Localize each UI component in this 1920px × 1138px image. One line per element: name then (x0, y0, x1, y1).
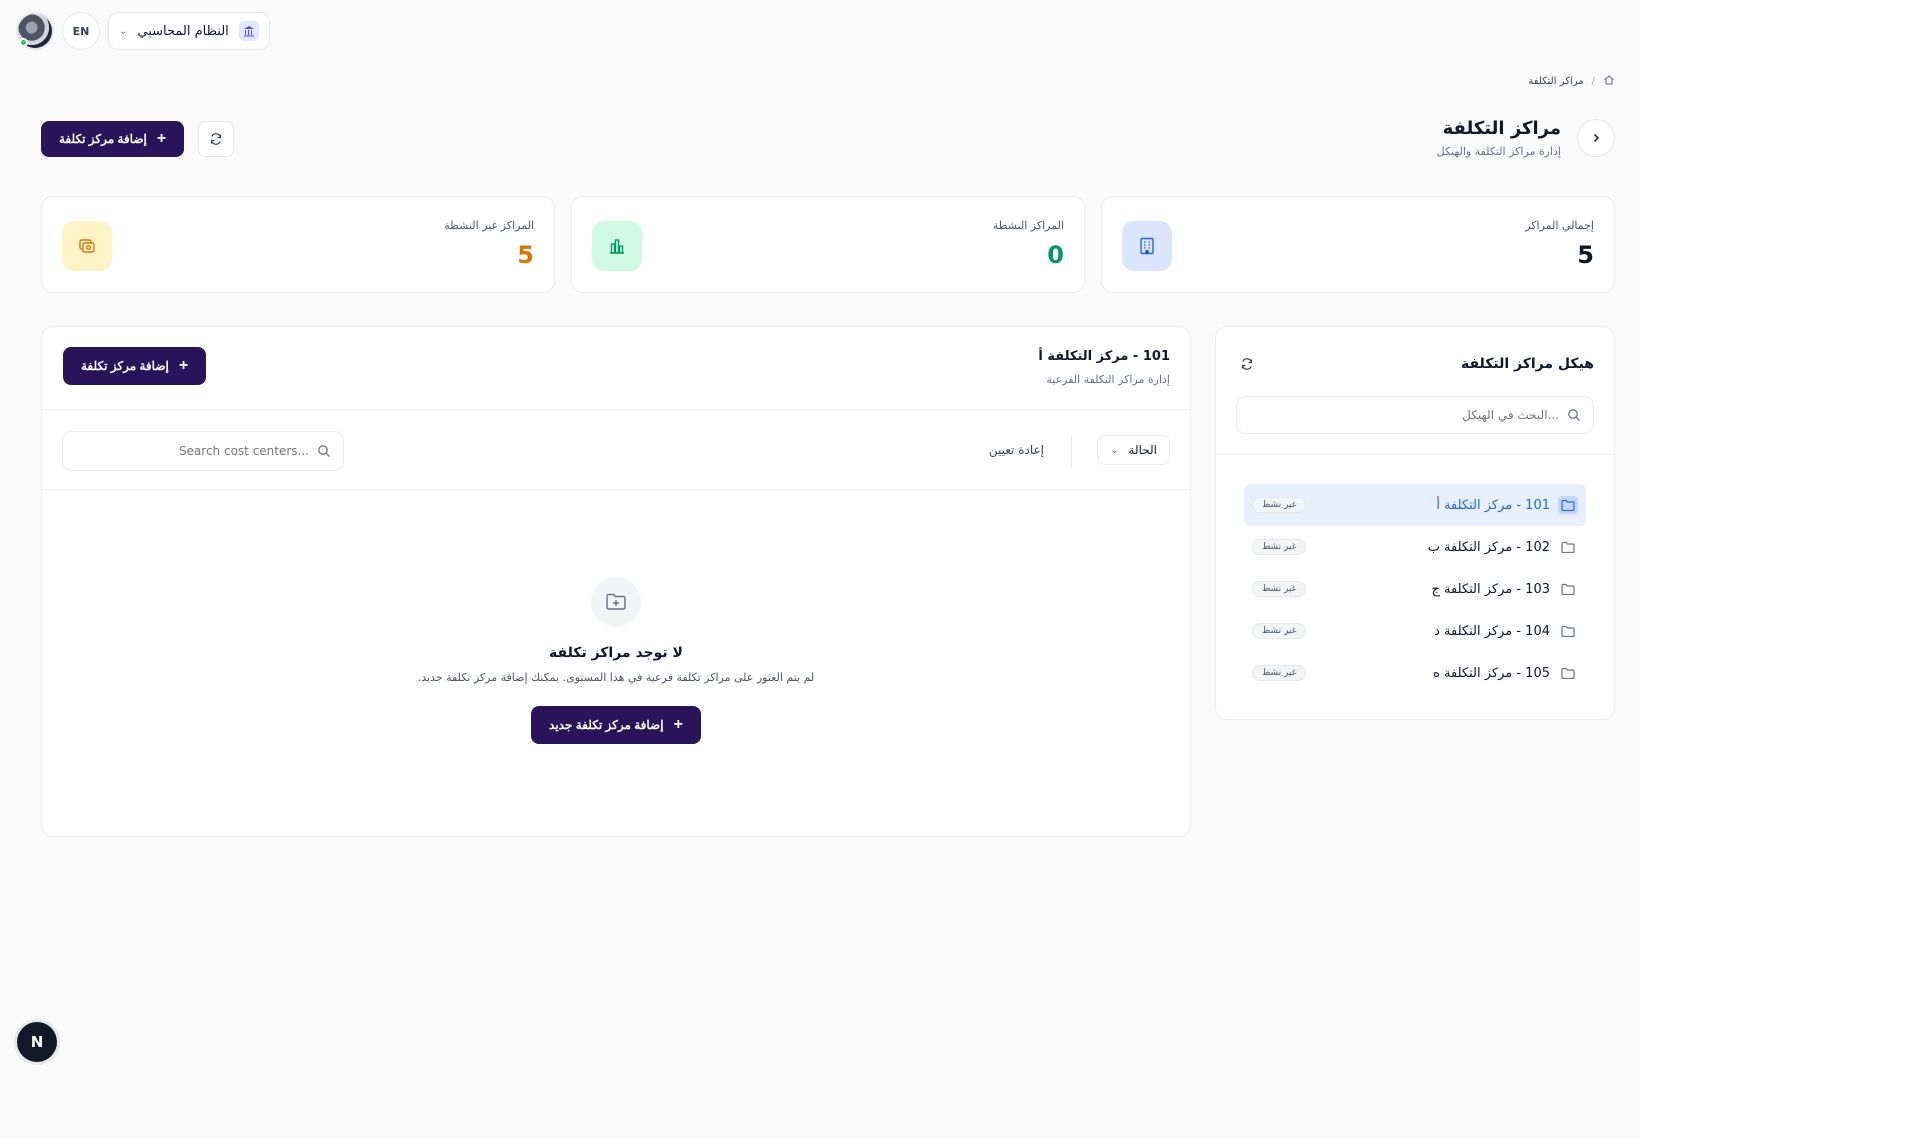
right-strip (1640, 0, 1920, 1138)
tree-item-label: 105 - مركز التكلفة ه (1433, 665, 1550, 681)
stat-label: المراكز النشطة (992, 219, 1064, 232)
plus-icon: + (673, 716, 683, 733)
detail-subtitle: إدارة مراكز التكلفة الفرعية (1046, 373, 1170, 386)
empty-state-description: لم يتم العثور على مراكز تكلفة فرعية في ه… (417, 671, 815, 684)
stat-value: 5 (517, 241, 534, 269)
tree-item-label: 102 - مركز التكلفة ب (1427, 539, 1550, 555)
stat-value: 5 (1577, 241, 1594, 269)
archive-icon (62, 221, 112, 271)
tree-list: غير نشط 101 - مركز التكلفة أ غير نشط 102… (1244, 484, 1586, 694)
floating-n-button[interactable]: N (17, 1022, 57, 1062)
system-selector-label: النظام المحاسبي (137, 23, 229, 39)
tree-item-101[interactable]: غير نشط 101 - مركز التكلفة أ (1244, 484, 1586, 526)
tree-refresh-button[interactable] (1240, 356, 1254, 375)
bar-chart-icon (592, 221, 642, 271)
page-title: مراكز التكلفة (1442, 118, 1561, 139)
avatar[interactable] (16, 12, 54, 50)
cost-center-search-field[interactable] (62, 431, 344, 471)
building-icon (1122, 221, 1172, 271)
stat-label: إجمالي المراكز (1525, 219, 1594, 232)
folder-plus-icon (591, 577, 641, 627)
home-icon[interactable] (1603, 74, 1615, 89)
add-new-cost-center-label: إضافة مركز تكلفة جديد (549, 718, 664, 732)
folder-icon (1558, 664, 1578, 682)
status-badge: غير نشط (1252, 497, 1307, 513)
stat-value: 0 (1047, 241, 1064, 269)
folder-icon (1558, 496, 1578, 514)
search-icon (1568, 409, 1580, 421)
chevron-down-icon: ⌄ (1110, 444, 1119, 456)
status-badge: غير نشط (1252, 665, 1307, 681)
divider (42, 409, 1190, 410)
page-header: مراكز التكلفة إدارة مراكز التكلفة والهيك… (1437, 118, 1615, 158)
tree-item-label: 101 - مركز التكلفة أ (1436, 497, 1550, 513)
page-subtitle: إدارة مراكز التكلفة والهيكل (1436, 145, 1561, 158)
add-new-cost-center-button[interactable]: إضافة مركز تكلفة جديد + (531, 706, 701, 744)
header-actions: إضافة مركز تكلفة + (41, 121, 235, 157)
folder-icon (1558, 538, 1578, 556)
status-badge: غير نشط (1252, 539, 1307, 555)
divider (42, 489, 1190, 490)
plus-icon: + (178, 357, 189, 374)
divider (1071, 435, 1072, 467)
stats-row: إجمالي المراكز 5 المراكز النشطة 0 المراك… (41, 196, 1615, 293)
tree-item-103[interactable]: غير نشط 103 - مركز التكلفة ج (1244, 568, 1586, 610)
bank-icon (238, 21, 259, 41)
divider (1216, 454, 1614, 455)
cost-center-detail-panel: 101 - مركز التكلفة أ إدارة مراكز التكلفة… (41, 326, 1191, 837)
folder-icon (1558, 580, 1578, 598)
tree-item-label: 103 - مركز التكلفة ج (1431, 581, 1550, 597)
refresh-icon (1241, 358, 1253, 370)
folder-icon (1558, 622, 1578, 640)
add-cost-center-button[interactable]: إضافة مركز تكلفة + (41, 121, 185, 157)
chevron-right-icon (1593, 133, 1600, 143)
refresh-icon (211, 133, 222, 145)
stat-card-inactive: المراكز غير النشطة 5 (41, 196, 555, 293)
back-button[interactable] (1577, 119, 1615, 157)
tree-item-label: 104 - مركز التكلفة د (1434, 623, 1550, 639)
status-badge: غير نشط (1252, 623, 1307, 639)
refresh-button[interactable] (198, 121, 235, 157)
status-filter-label: الحالة (1128, 443, 1157, 457)
plus-icon: + (156, 130, 167, 147)
empty-state-title: لا توجد مراكز تكلفة (549, 645, 683, 661)
reset-filters-button[interactable]: إعادة تعيين (989, 443, 1044, 457)
add-sub-cost-center-label: إضافة مركز تكلفة (81, 359, 169, 373)
breadcrumb-separator: / (1591, 76, 1595, 87)
add-cost-center-label: إضافة مركز تكلفة (59, 132, 147, 146)
tree-item-102[interactable]: غير نشط 102 - مركز التكلفة ب (1244, 526, 1586, 568)
stat-card-active: المراكز النشطة 0 (571, 196, 1085, 293)
cost-center-search-input[interactable] (79, 444, 309, 458)
cost-center-tree-panel: هيكل مراكز التكلفة غير نشط 101 - مركز ال… (1215, 326, 1615, 720)
add-sub-cost-center-button[interactable]: إضافة مركز تكلفة + (63, 347, 207, 385)
status-filter-dropdown[interactable]: الحالة ⌄ (1097, 435, 1170, 465)
top-bar: EN ⌄ النظام المحاسبي (16, 12, 270, 50)
stat-card-total: إجمالي المراكز 5 (1101, 196, 1615, 293)
tree-search-input[interactable] (1259, 408, 1559, 422)
system-selector[interactable]: ⌄ النظام المحاسبي (108, 12, 270, 50)
app-frame: EN ⌄ النظام المحاسبي / مراكز التكلفة مرا… (0, 0, 1920, 1138)
status-badge: غير نشط (1252, 581, 1307, 597)
detail-title: 101 - مركز التكلفة أ (1038, 349, 1170, 364)
search-icon (318, 445, 330, 457)
chevron-down-icon: ⌄ (119, 25, 128, 37)
tree-title: هيكل مراكز التكلفة (1460, 356, 1594, 372)
empty-state: لا توجد مراكز تكلفة لم يتم العثور على مر… (42, 577, 1190, 744)
breadcrumb-current[interactable]: مراكز التكلفة (1528, 76, 1583, 87)
online-status-dot (19, 38, 28, 47)
tree-search-field[interactable] (1236, 396, 1594, 434)
language-toggle-button[interactable]: EN (62, 12, 100, 50)
stat-label: المراكز غير النشطة (444, 219, 534, 232)
filter-bar: الحالة ⌄ إعادة تعيين (62, 429, 1170, 471)
tree-item-105[interactable]: غير نشط 105 - مركز التكلفة ه (1244, 652, 1586, 694)
tree-item-104[interactable]: غير نشط 104 - مركز التكلفة د (1244, 610, 1586, 652)
breadcrumb: / مراكز التكلفة (1528, 74, 1615, 89)
